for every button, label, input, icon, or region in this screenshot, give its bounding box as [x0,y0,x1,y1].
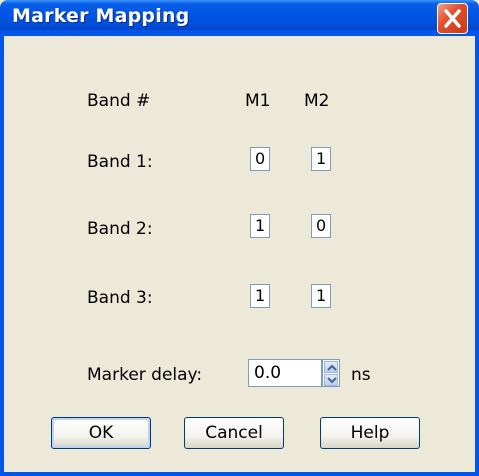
close-icon [444,9,461,28]
chevron-up-icon [327,364,337,371]
m2-column-header: M2 [304,91,330,111]
chevron-down-icon [327,377,337,384]
cancel-button[interactable]: Cancel [184,417,284,449]
marker-delay-spinner[interactable] [322,359,340,387]
dialog-window: Marker Mapping Band # M1 M2 Band 1: 0 1 … [0,0,479,476]
marker-delay-label: Marker delay: [87,365,203,385]
band-3-label: Band 3: [87,288,153,308]
delay-unit-label: ns [351,365,371,385]
band-1-label: Band 1: [87,152,153,172]
band-3-m2-field[interactable]: 1 [311,284,331,308]
spin-down-button[interactable] [324,374,338,386]
spin-up-button[interactable] [324,361,338,373]
help-button[interactable]: Help [320,417,420,449]
m1-column-header: M1 [245,91,271,111]
close-button[interactable] [437,3,468,34]
marker-delay-input[interactable]: 0.0 [248,359,322,387]
band-2-label: Band 2: [87,219,153,239]
band-column-header: Band # [87,91,151,111]
band-1-m2-field[interactable]: 1 [311,147,331,171]
dialog-body: Band # M1 M2 Band 1: 0 1 Band 2: 1 0 Ban… [4,36,475,472]
band-2-m1-field[interactable]: 1 [250,214,270,238]
window-title: Marker Mapping [12,5,190,27]
band-1-m1-field[interactable]: 0 [250,147,270,171]
ok-button[interactable]: OK [51,417,151,449]
band-2-m2-field[interactable]: 0 [311,214,331,238]
title-bar[interactable]: Marker Mapping [0,0,479,34]
band-3-m1-field[interactable]: 1 [250,284,270,308]
